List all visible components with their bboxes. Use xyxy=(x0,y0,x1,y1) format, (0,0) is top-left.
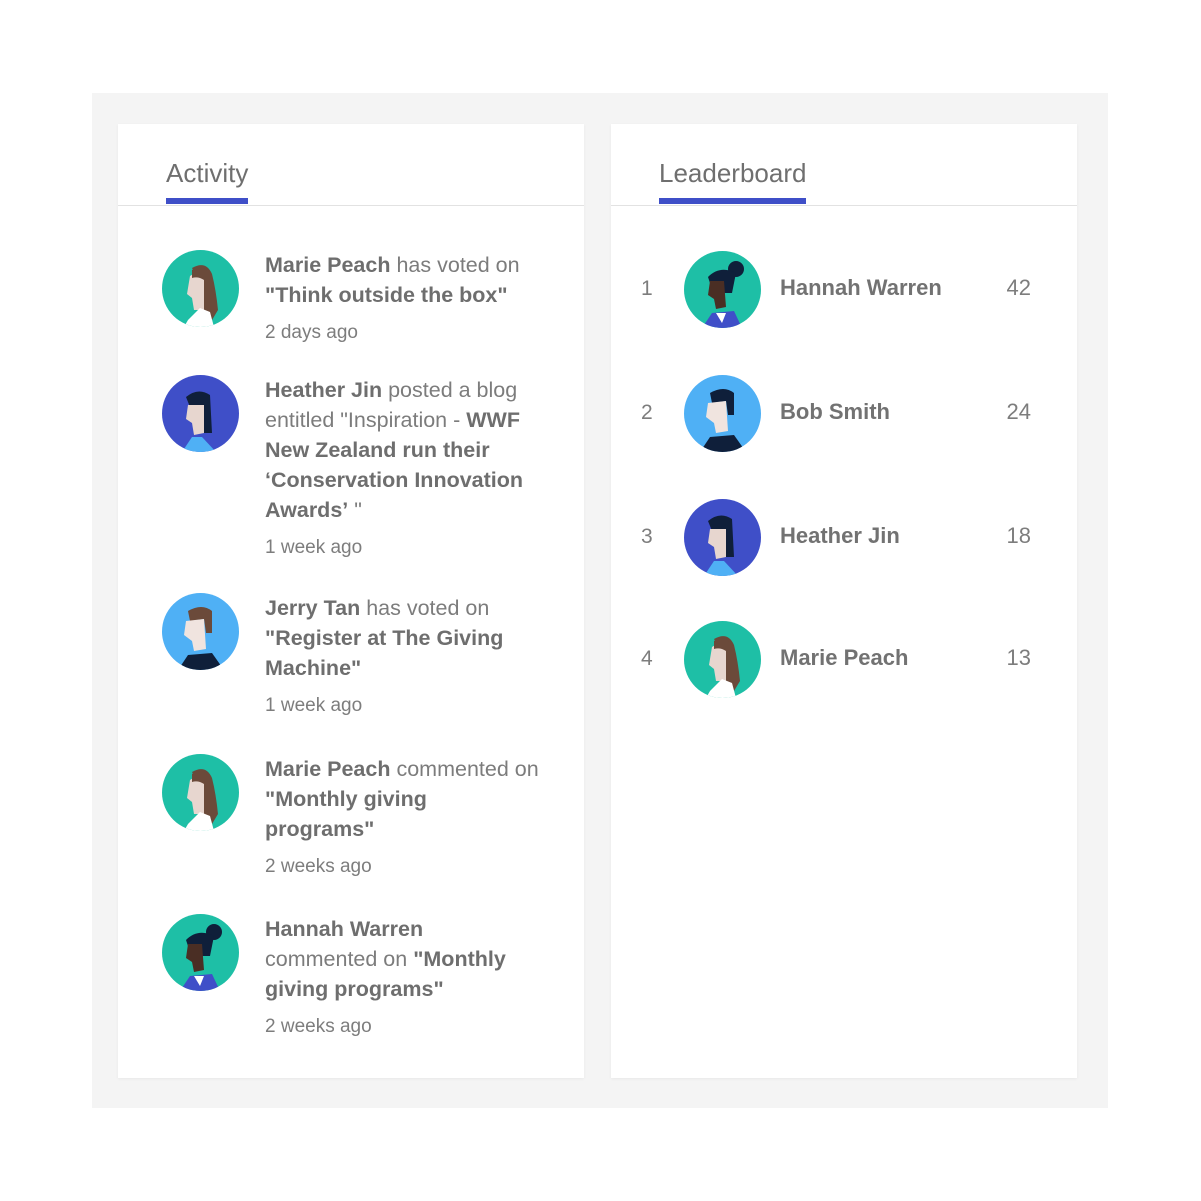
marie-peach-avatar xyxy=(162,754,239,831)
leaderboard-header: Leaderboard xyxy=(611,124,1077,206)
leaderboard-score: 18 xyxy=(1006,523,1031,548)
marie-peach-avatar xyxy=(684,621,761,698)
activity-action: commented on xyxy=(265,947,408,971)
activity-action: commented on xyxy=(396,757,539,781)
leaderboard-row[interactable]: 1 Hannah Warren 42 xyxy=(611,251,1077,329)
activity-user-name[interactable]: Marie Peach xyxy=(265,253,390,277)
leaderboard-name[interactable]: Heather Jin xyxy=(780,523,900,549)
leaderboard-score: 13 xyxy=(1006,645,1031,670)
jerry-tan-avatar xyxy=(162,593,239,670)
leaderboard-row[interactable]: 4 Marie Peach 13 xyxy=(611,621,1077,699)
activity-header: Activity xyxy=(118,124,584,206)
leaderboard-card: Leaderboard 1 Hannah Warren 42 2 Bob Smi… xyxy=(611,124,1077,1078)
activity-user-name[interactable]: Marie Peach xyxy=(265,757,390,781)
activity-target-link[interactable]: "Think outside the box" xyxy=(265,283,508,307)
leaderboard-row[interactable]: 2 Bob Smith 24 xyxy=(611,375,1077,453)
activity-user-name[interactable]: Hannah Warren xyxy=(265,917,423,941)
leaderboard-score: 24 xyxy=(1006,399,1031,424)
marie-peach-avatar xyxy=(162,250,239,327)
activity-time: 1 week ago xyxy=(265,537,363,558)
heather-jin-avatar xyxy=(162,375,239,452)
activity-target-suffix: " xyxy=(354,498,362,522)
activity-card: Activity Marie Peach has voted on "Think… xyxy=(118,124,584,1078)
leaderboard-rank: 2 xyxy=(641,401,653,424)
leaderboard-rank: 1 xyxy=(641,277,653,300)
activity-target-link[interactable]: "Monthly giving programs" xyxy=(265,787,427,841)
leaderboard-name[interactable]: Hannah Warren xyxy=(780,275,942,301)
activity-action: has voted on xyxy=(396,253,520,277)
activity-time: 2 weeks ago xyxy=(265,1016,372,1037)
leaderboard-name[interactable]: Marie Peach xyxy=(780,645,908,671)
tab-leaderboard[interactable]: Leaderboard xyxy=(659,158,807,204)
activity-time: 1 week ago xyxy=(265,695,363,716)
activity-user-name[interactable]: Jerry Tan xyxy=(265,596,360,620)
leaderboard-score: 42 xyxy=(1006,275,1031,300)
tab-activity[interactable]: Activity xyxy=(166,158,249,204)
activity-target-link[interactable]: "Register at The Giving Machine" xyxy=(265,626,503,680)
hannah-warren-avatar xyxy=(162,914,239,991)
leaderboard-row[interactable]: 3 Heather Jin 18 xyxy=(611,499,1077,577)
activity-time: 2 days ago xyxy=(265,322,358,343)
activity-action: has voted on xyxy=(366,596,490,620)
leaderboard-name[interactable]: Bob Smith xyxy=(780,399,890,425)
heather-jin-avatar xyxy=(684,499,761,576)
leaderboard-rank: 4 xyxy=(641,647,653,670)
bob-smith-avatar xyxy=(684,375,761,452)
activity-time: 2 weeks ago xyxy=(265,856,372,877)
hannah-warren-avatar xyxy=(684,251,761,328)
activity-user-name[interactable]: Heather Jin xyxy=(265,378,382,402)
leaderboard-rank: 3 xyxy=(641,525,653,548)
